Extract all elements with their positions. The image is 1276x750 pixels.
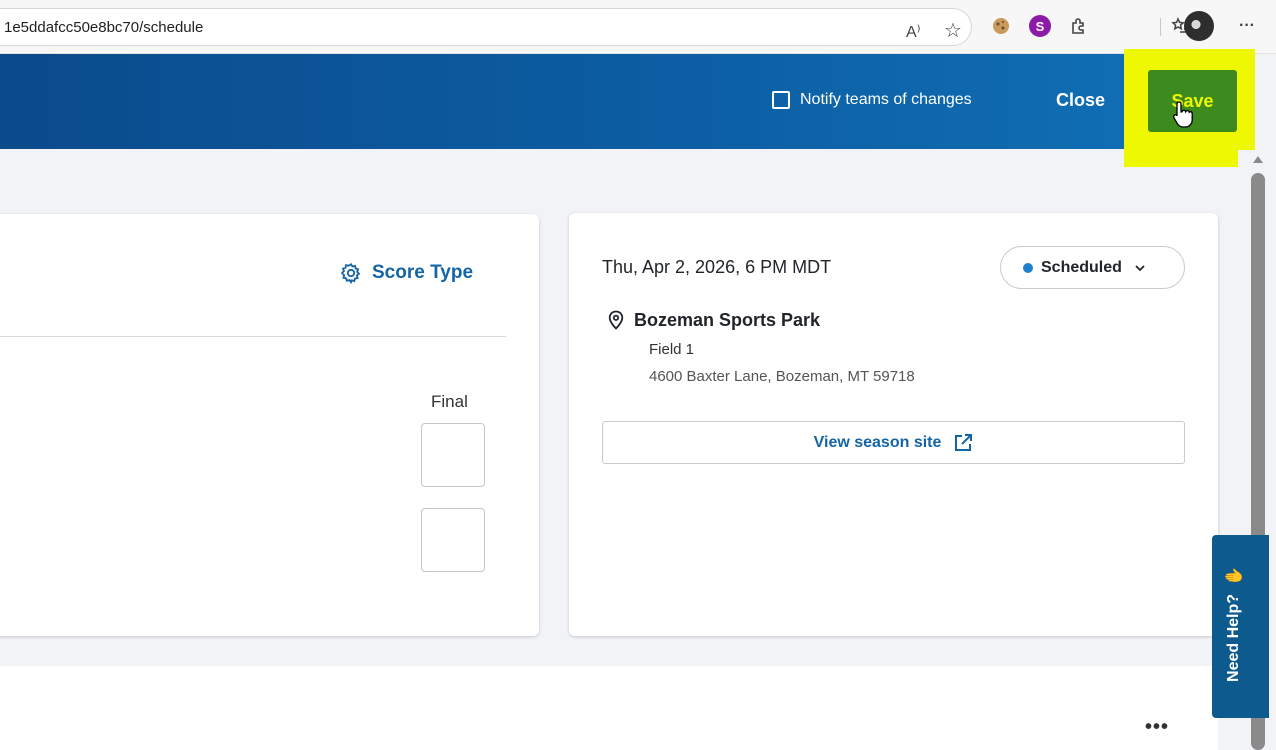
location-pin-icon bbox=[608, 310, 624, 330]
extension-cookie-icon[interactable] bbox=[990, 15, 1012, 37]
scroll-up-arrow-icon[interactable] bbox=[1253, 156, 1263, 163]
browser-more-icon[interactable]: ··· bbox=[1236, 15, 1258, 37]
hand-icon: ✋ bbox=[1226, 566, 1243, 586]
close-button[interactable]: Close bbox=[1056, 90, 1105, 111]
venue-address: 4600 Baxter Lane, Bozeman, MT 59718 bbox=[649, 368, 915, 385]
status-value: Scheduled bbox=[1041, 258, 1122, 276]
view-season-site-label: View season site bbox=[813, 433, 942, 451]
browser-toolbar: 1e5ddafcc50e8bc70/schedule A⁾ ☆ S ··· bbox=[0, 0, 1276, 54]
status-dropdown[interactable]: Scheduled bbox=[1000, 246, 1185, 289]
need-help-label: Need Help? bbox=[1225, 593, 1242, 682]
away-final-score-input[interactable] bbox=[421, 508, 485, 572]
score-type-label: Score Type bbox=[372, 262, 474, 283]
score-divider bbox=[0, 336, 506, 337]
url-text: 1e5ddafcc50e8bc70/schedule bbox=[4, 19, 204, 36]
notify-checkbox[interactable] bbox=[772, 91, 790, 109]
venue-name: Bozeman Sports Park bbox=[634, 310, 821, 330]
status-dot-icon bbox=[1023, 262, 1033, 273]
address-bar[interactable]: 1e5ddafcc50e8bc70/schedule A⁾ ☆ bbox=[0, 8, 972, 46]
need-help-tab[interactable]: Need Help? ✋ bbox=[1212, 535, 1269, 718]
chevron-down-icon bbox=[1135, 264, 1145, 271]
view-season-site-button[interactable]: View season site bbox=[602, 421, 1185, 464]
external-link-icon bbox=[955, 433, 973, 451]
notify-teams-toggle[interactable]: Notify teams of changes bbox=[772, 91, 972, 109]
profile-icon[interactable] bbox=[1184, 11, 1214, 41]
score-type-button[interactable]: Score Type bbox=[340, 262, 473, 284]
extensions-puzzle-icon[interactable] bbox=[1067, 15, 1089, 37]
extension-s-icon[interactable]: S bbox=[1029, 15, 1051, 37]
pointer-cursor-icon bbox=[1173, 101, 1193, 128]
home-final-score-input[interactable] bbox=[421, 423, 485, 487]
notify-label: Notify teams of changes bbox=[800, 91, 972, 108]
venue-field: Field 1 bbox=[649, 341, 695, 358]
app-header: Notify teams of changes Close bbox=[0, 54, 1255, 149]
more-options-button[interactable]: ••• bbox=[1145, 716, 1169, 739]
next-section bbox=[0, 666, 1218, 750]
need-help-content: Need Help? ✋ bbox=[1214, 535, 1254, 713]
toolbar-divider bbox=[1160, 18, 1161, 36]
gear-icon bbox=[340, 263, 361, 284]
final-column-label: Final bbox=[431, 392, 468, 411]
event-datetime: Thu, Apr 2, 2026, 6 PM MDT bbox=[602, 257, 832, 277]
read-aloud-icon[interactable]: A⁾ bbox=[906, 22, 921, 42]
favorite-star-icon[interactable]: ☆ bbox=[944, 18, 962, 43]
